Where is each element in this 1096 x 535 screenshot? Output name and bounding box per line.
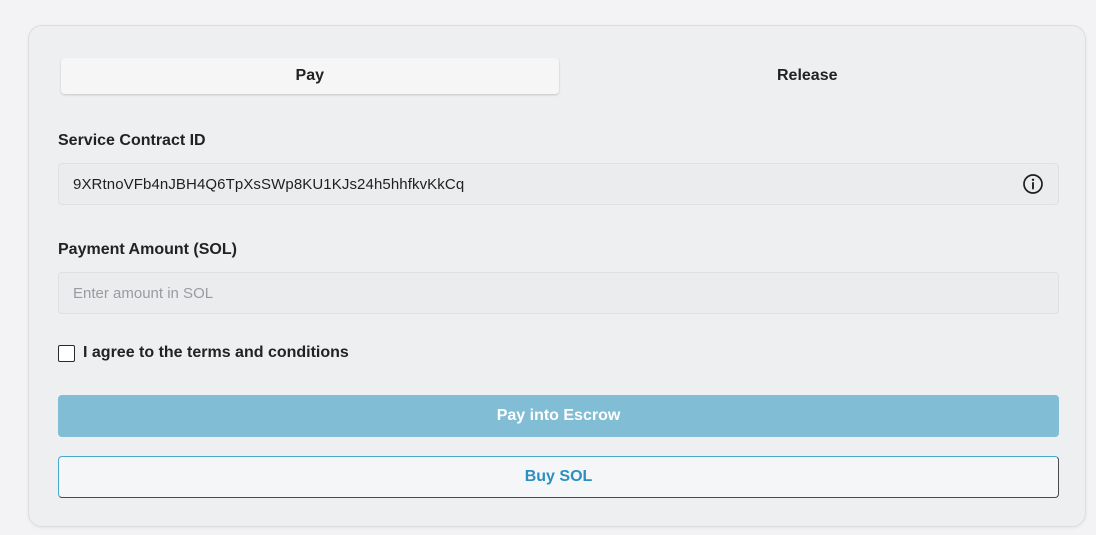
buy-sol-button[interactable]: Buy SOL <box>58 456 1059 498</box>
contract-id-field[interactable]: 9XRtnoVFb4nJBH4Q6TpXsSWp8KU1KJs24h5hhfkv… <box>58 163 1059 205</box>
terms-agreement: I agree to the terms and conditions <box>58 344 349 362</box>
contract-id-value: 9XRtnoVFb4nJBH4Q6TpXsSWp8KU1KJs24h5hhfkv… <box>73 175 465 193</box>
tab-pay[interactable]: Pay <box>61 58 559 94</box>
tab-release[interactable]: Release <box>559 58 1057 94</box>
payment-amount-input[interactable] <box>73 284 1044 302</box>
terms-label[interactable]: I agree to the terms and conditions <box>83 344 349 362</box>
payment-amount-label: Payment Amount (SOL) <box>58 241 237 258</box>
info-icon[interactable] <box>1022 173 1044 195</box>
contract-id-label: Service Contract ID <box>58 132 206 149</box>
pay-into-escrow-button[interactable]: Pay into Escrow <box>58 395 1059 437</box>
payment-amount-field[interactable] <box>58 272 1059 314</box>
tab-bar: Pay Release <box>61 58 1056 94</box>
escrow-card: Pay Release Service Contract ID 9XRtnoVF… <box>28 25 1086 527</box>
terms-checkbox[interactable] <box>58 344 75 362</box>
